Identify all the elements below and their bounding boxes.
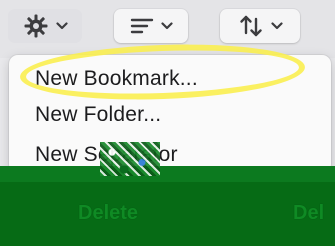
chevron-down-icon — [270, 22, 283, 30]
action-bar-stripe — [0, 166, 335, 182]
image-artifact — [100, 142, 160, 176]
organize-menu-button[interactable] — [220, 9, 300, 43]
list-filter-icon — [130, 16, 154, 36]
actions-dropdown-menu: New Bookmark... New Folder... New Separa… — [9, 55, 331, 173]
delete-button-partial[interactable]: Del — [293, 202, 324, 225]
actions-menu-button[interactable] — [8, 9, 82, 43]
chevron-down-icon — [55, 22, 68, 30]
menu-item-new-bookmark[interactable]: New Bookmark... — [35, 67, 198, 91]
action-bar: Delete Del — [0, 166, 335, 246]
sort-arrows-icon — [238, 13, 264, 39]
sort-menu-button[interactable] — [114, 9, 188, 43]
gear-icon — [23, 13, 49, 39]
toolbar — [0, 0, 335, 58]
chevron-down-icon — [160, 22, 173, 30]
menu-item-new-folder[interactable]: New Folder... — [35, 103, 161, 127]
delete-button[interactable]: Delete — [78, 202, 138, 225]
